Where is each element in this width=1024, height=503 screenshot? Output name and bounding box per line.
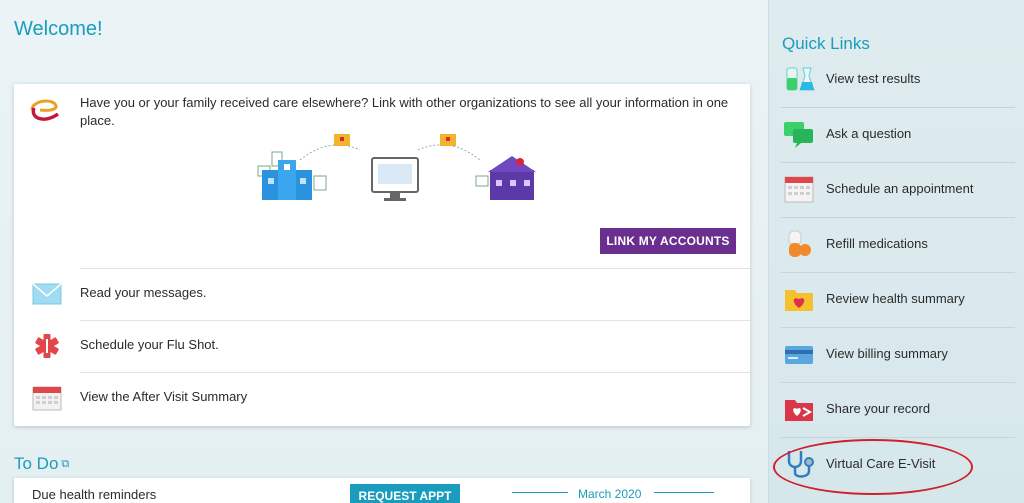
quick-link-view-billing-summary[interactable]: View billing summary [781,328,1015,383]
task-label: Schedule your Flu Shot. [80,337,219,352]
pill-icon [788,230,811,257]
task-schedule-flu-shot[interactable]: Schedule your Flu Shot. [14,320,750,372]
heart-folder-icon [785,290,813,311]
link-accounts-message: Have you or your family received care el… [80,95,729,128]
quick-link-virtual-care-e-visit[interactable]: Virtual Care E-Visit [781,438,1015,493]
stethoscope-icon [787,451,814,478]
divider [512,492,568,493]
quick-link-label: Schedule an appointment [826,181,974,196]
share-folder-icon [785,400,813,421]
divider [80,320,750,321]
divider [80,372,750,373]
divider [80,268,750,269]
quick-link-ask-a-question[interactable]: Ask a question [781,108,1015,163]
credit-card-icon [785,346,813,364]
quick-link-view-test-results[interactable]: View test results [781,53,1015,108]
chat-bubbles-icon [784,122,813,148]
link-my-accounts-button[interactable]: LINK MY ACCOUNTS [600,228,736,254]
request-appt-button[interactable]: REQUEST APPT [350,484,460,503]
calendar-icon [32,386,62,411]
todo-item-label: Due health reminders [32,487,157,502]
link-accounts-section: Have you or your family received care el… [14,84,750,268]
linked-organizations-illustration [257,134,536,201]
todo-heading[interactable]: To Do ⧉ [14,454,69,474]
task-read-messages[interactable]: Read your messages. [14,268,750,320]
todo-card: Due health reminders REQUEST APPT March … [14,478,750,503]
quick-links-sidebar: Quick Links View test results Ask a ques… [768,0,1024,503]
task-label: Read your messages. [80,285,207,300]
quick-link-label: View billing summary [826,346,948,361]
todo-date: March 2020 [578,487,642,501]
envelope-icon [32,283,62,305]
quick-link-label: Review health summary [826,291,965,306]
quick-link-schedule-appointment[interactable]: Schedule an appointment [781,163,1015,218]
main-content: Welcome! Have you or your family receive… [0,0,768,503]
calendar-icon [784,176,814,203]
home-card: Have you or your family received care el… [14,84,750,426]
test-tubes-icon [786,67,815,91]
medical-star-icon [35,334,59,358]
quick-link-label: View test results [826,71,921,86]
quick-links-title: Quick Links [782,34,870,53]
external-link-icon: ⧉ [61,458,70,471]
todo-title: To Do [14,454,59,473]
quick-link-label: Refill medications [826,236,928,251]
quick-link-share-your-record[interactable]: Share your record [781,383,1015,438]
page-title: Welcome! [14,18,103,40]
e-logo-icon [30,99,59,121]
quick-link-review-health-summary[interactable]: Review health summary [781,273,1015,328]
quick-link-label: Virtual Care E-Visit [826,456,936,471]
task-label: View the After Visit Summary [80,389,248,404]
task-view-after-visit-summary[interactable]: View the After Visit Summary [14,372,750,424]
quick-link-refill-medications[interactable]: Refill medications [781,218,1015,273]
divider [654,492,714,493]
quick-link-label: Ask a question [826,126,912,141]
quick-link-label: Share your record [826,401,931,416]
